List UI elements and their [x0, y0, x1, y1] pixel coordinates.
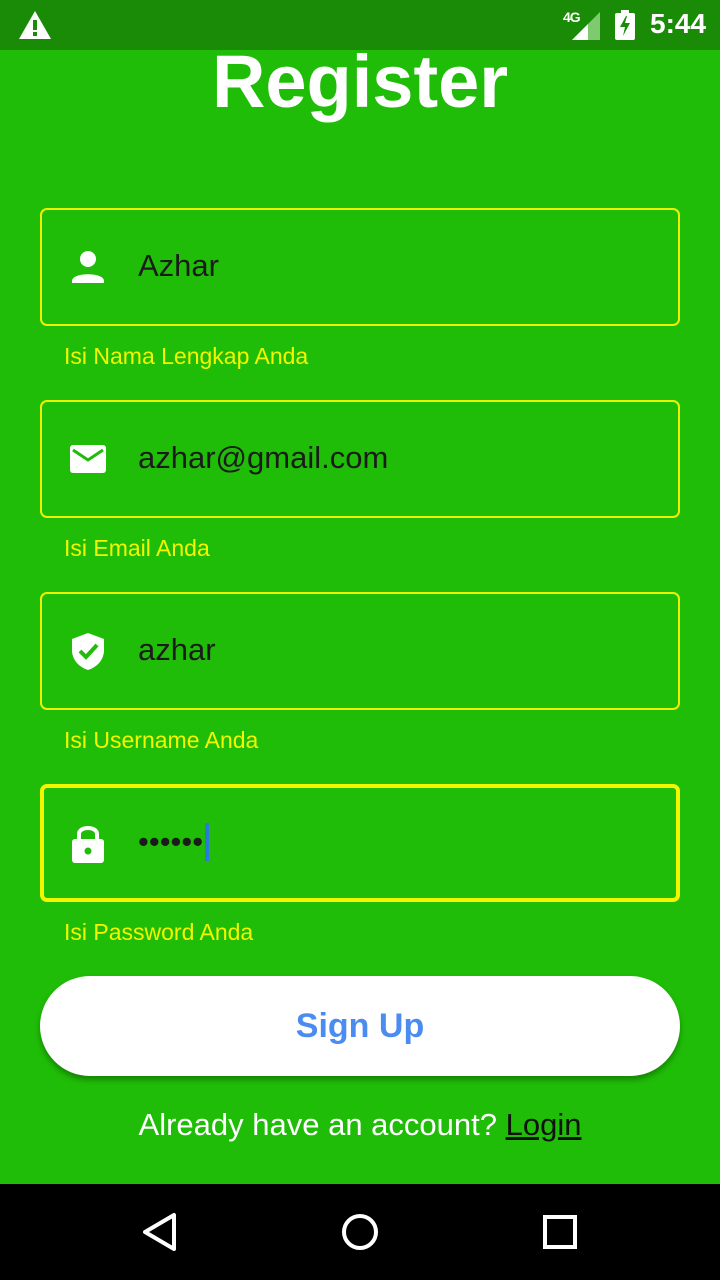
- recents-square-icon[interactable]: [538, 1210, 582, 1254]
- email-value[interactable]: azhar@gmail.com: [138, 438, 388, 478]
- page-title: Register: [211, 40, 509, 123]
- home-circle-icon[interactable]: [338, 1210, 382, 1254]
- back-triangle-icon[interactable]: [138, 1210, 182, 1254]
- full-name-helper: Isi Nama Lengkap Anda: [64, 343, 309, 369]
- mail-icon: [70, 445, 106, 473]
- login-prompt: Already have an account? Login: [0, 1104, 720, 1146]
- battery-charging-icon: [615, 10, 635, 40]
- text-cursor: [205, 822, 210, 861]
- password-helper: Isi Password Anda: [64, 919, 254, 945]
- navigation-bar: [0, 1184, 720, 1280]
- login-prompt-text: Already have an account?: [138, 1107, 497, 1142]
- status-time: 5:44: [650, 8, 707, 39]
- full-name-field[interactable]: Azhar: [40, 208, 680, 326]
- signup-button[interactable]: Sign Up: [40, 976, 680, 1076]
- warning-icon: [19, 11, 51, 39]
- signal-icon: [572, 12, 600, 40]
- lock-icon: [72, 826, 104, 863]
- full-name-value[interactable]: Azhar: [138, 246, 219, 286]
- password-value[interactable]: ••••••: [138, 822, 210, 862]
- password-dots: ••••••: [138, 824, 204, 859]
- person-icon: [72, 251, 104, 283]
- password-field[interactable]: ••••••: [40, 784, 680, 902]
- login-link[interactable]: Login: [506, 1107, 582, 1142]
- username-value[interactable]: azhar: [138, 630, 216, 670]
- username-helper: Isi Username Anda: [64, 727, 259, 753]
- email-helper: Isi Email Anda: [64, 535, 210, 561]
- username-field[interactable]: azhar: [40, 592, 680, 710]
- email-field[interactable]: azhar@gmail.com: [40, 400, 680, 518]
- register-screen: 4G 5:44 Register Azhar Isi Nama Lengkap …: [0, 0, 720, 1280]
- shield-check-icon: [72, 633, 104, 670]
